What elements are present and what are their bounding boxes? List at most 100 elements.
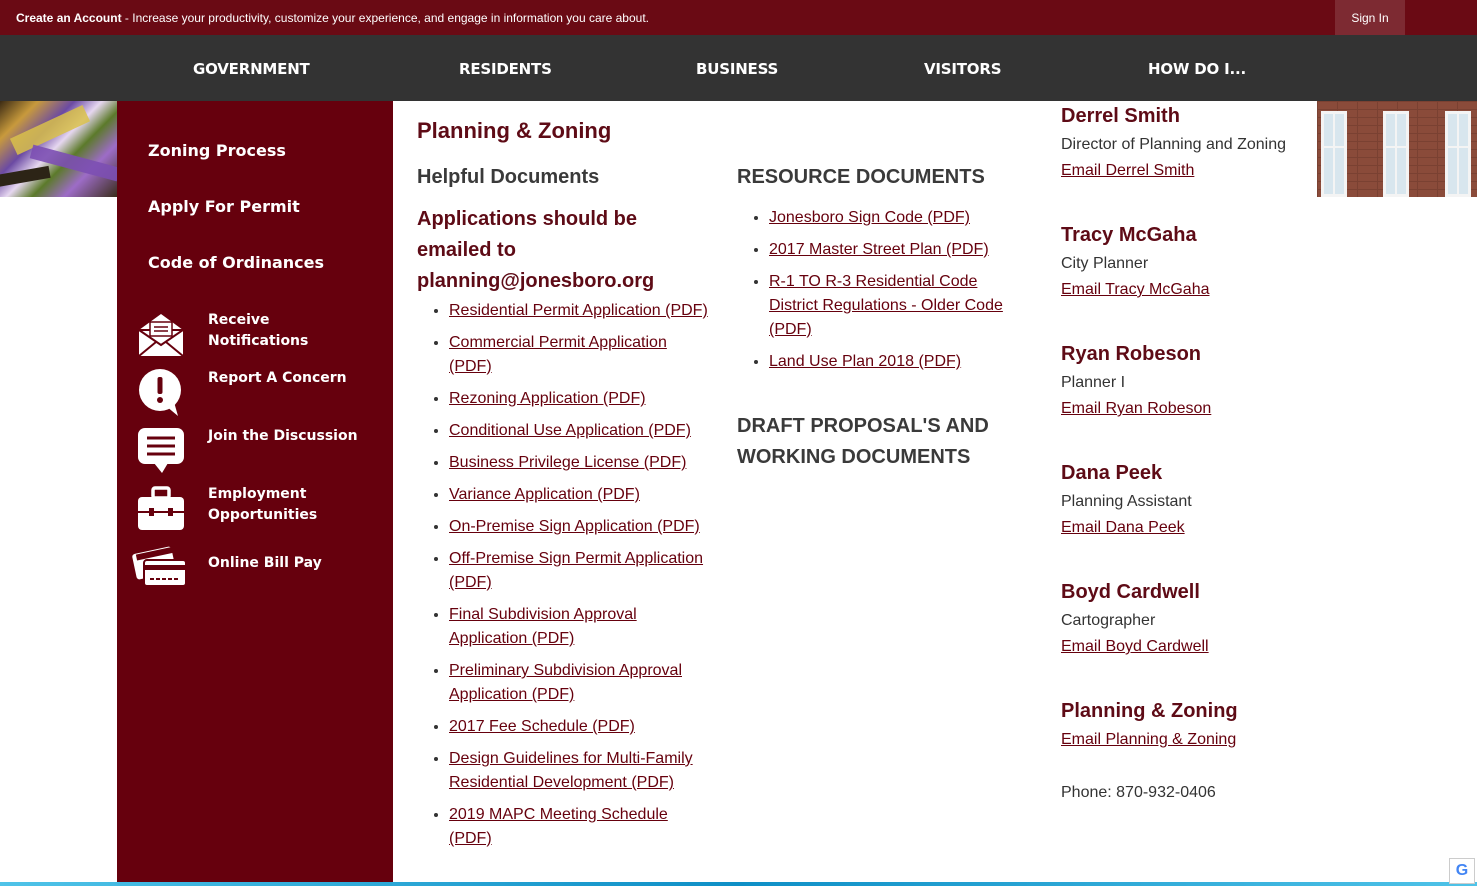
contact-name: Planning & Zoning (1061, 700, 1238, 722)
contact-email-link[interactable]: Email Boyd Cardwell (1061, 638, 1321, 656)
main-content: Planning & Zoning Helpful Documents Appl… (393, 101, 1317, 886)
phone-number: Phone: 870-932-0406 (1061, 784, 1216, 801)
quick-link-label: Receive Notifications (208, 312, 309, 349)
doc-link[interactable]: 2017 Fee Schedule (PDF) (449, 718, 635, 735)
google-translate-icon[interactable]: G (1449, 858, 1475, 884)
list-item: Rezoning Application (PDF) (449, 387, 711, 411)
nav-how-do-i[interactable]: HOW DO I... (1148, 60, 1246, 78)
banner-mural-image (0, 101, 117, 197)
list-item: Final Subdivision Approval Application (… (449, 603, 711, 651)
page-title: Planning & Zoning (417, 118, 612, 143)
list-item: Variance Application (PDF) (449, 483, 711, 507)
doc-link[interactable]: 2019 MAPC Meeting Schedule (PDF) (449, 806, 668, 847)
contact-name: Ryan Robeson (1061, 343, 1202, 365)
promo-text: - Increase your productivity, customize … (121, 11, 649, 25)
quick-link-label: Online Bill Pay (208, 555, 322, 571)
nav-residents[interactable]: RESIDENTS (459, 60, 552, 78)
contact-card: Derrel Smith Director of Planning and Zo… (1061, 105, 1321, 180)
quick-link-report-a-concern[interactable]: Report A Concern (132, 364, 382, 420)
list-item: Business Privilege License (PDF) (449, 451, 711, 475)
applications-email-note: Applications should be emailed to planni… (417, 208, 655, 292)
list-item: Design Guidelines for Multi-Family Resid… (449, 747, 711, 795)
list-item: Off-Premise Sign Permit Application (PDF… (449, 547, 711, 595)
list-item: Conditional Use Application (PDF) (449, 419, 711, 443)
doc-link[interactable]: Conditional Use Application (PDF) (449, 422, 691, 439)
doc-link[interactable]: Land Use Plan 2018 (PDF) (769, 353, 961, 370)
list-item: Residential Permit Application (PDF) (449, 299, 711, 323)
doc-link[interactable]: Jonesboro Sign Code (PDF) (769, 209, 970, 226)
contact-title: Planning Assistant (1061, 493, 1192, 510)
resource-documents-list: Jonesboro Sign Code (PDF) 2017 Master St… (769, 206, 1019, 382)
sidebar: Zoning Process Apply For Permit Code of … (117, 101, 393, 886)
list-item: Land Use Plan 2018 (PDF) (769, 350, 1019, 374)
list-item: 2019 MAPC Meeting Schedule (PDF) (449, 803, 711, 851)
doc-link[interactable]: Variance Application (PDF) (449, 486, 640, 503)
list-item: On-Premise Sign Application (PDF) (449, 515, 711, 539)
contact-name: Boyd Cardwell (1061, 581, 1200, 603)
helpful-documents-heading: Helpful Documents (417, 166, 600, 188)
alert-bubble-icon (139, 369, 181, 416)
doc-link[interactable]: Business Privilege License (PDF) (449, 454, 686, 471)
contact-email-link[interactable]: Email Derrel Smith (1061, 162, 1321, 180)
sidebar-item-apply-for-permit[interactable]: Apply For Permit (148, 197, 300, 216)
sidebar-item-code-of-ordinances[interactable]: Code of Ordinances (148, 253, 324, 272)
contact-name: Tracy McGaha (1061, 224, 1197, 246)
doc-link[interactable]: Commercial Permit Application (PDF) (449, 334, 667, 375)
nav-business[interactable]: BUSINESS (696, 60, 778, 78)
sidebar-item-zoning-process[interactable]: Zoning Process (148, 141, 286, 160)
sign-in-button[interactable]: Sign In (1335, 0, 1405, 35)
contact-email-link[interactable]: Email Planning & Zoning (1061, 731, 1321, 749)
doc-link[interactable]: Off-Premise Sign Permit Application (PDF… (449, 550, 703, 591)
doc-link[interactable]: Rezoning Application (PDF) (449, 390, 646, 407)
contact-card: Dana Peek Planning Assistant Email Dana … (1061, 462, 1321, 537)
contact-email-link[interactable]: Email Tracy McGaha (1061, 281, 1321, 299)
banner-building-image (1317, 101, 1477, 197)
doc-link[interactable]: Final Subdivision Approval Application (… (449, 606, 637, 647)
list-item: Jonesboro Sign Code (PDF) (769, 206, 1019, 230)
chat-icon (138, 428, 184, 473)
doc-link[interactable]: Preliminary Subdivision Approval Applica… (449, 662, 682, 703)
briefcase-icon (138, 486, 184, 530)
resource-documents-heading: RESOURCE DOCUMENTS (737, 166, 985, 188)
contact-card: Ryan Robeson Planner I Email Ryan Robeso… (1061, 343, 1321, 418)
applications-list: Residential Permit Application (PDF) Com… (449, 299, 711, 859)
contact-title: Cartographer (1061, 612, 1156, 629)
create-account-link[interactable]: Create an Account (16, 11, 122, 25)
doc-link[interactable]: Residential Permit Application (PDF) (449, 302, 708, 319)
contact-name: Derrel Smith (1061, 105, 1180, 127)
nav-visitors[interactable]: VISITORS (924, 60, 1002, 78)
create-account-promo[interactable]: Create an Account - Increase your produc… (16, 11, 649, 25)
quick-link-label: Employment Opportunities (208, 486, 318, 523)
contact-title: City Planner (1061, 255, 1149, 272)
contact-card: Tracy McGaha City Planner Email Tracy Mc… (1061, 224, 1321, 299)
bottom-accent-line (0, 882, 1477, 886)
quick-link-receive-notifications[interactable]: Receive Notifications (132, 306, 382, 362)
list-item: R-1 TO R-3 Residential Code District Reg… (769, 270, 1019, 342)
list-item: 2017 Master Street Plan (PDF) (769, 238, 1019, 262)
contact-email-link[interactable]: Email Ryan Robeson (1061, 400, 1321, 418)
contact-email-link[interactable]: Email Dana Peek (1061, 519, 1321, 537)
list-item: Commercial Permit Application (PDF) (449, 331, 711, 379)
contact-card: Boyd Cardwell Cartographer Email Boyd Ca… (1061, 581, 1321, 656)
list-item: Preliminary Subdivision Approval Applica… (449, 659, 711, 707)
nav-government[interactable]: GOVERNMENT (193, 60, 310, 78)
list-item: 2017 Fee Schedule (PDF) (449, 715, 711, 739)
doc-link[interactable]: 2017 Master Street Plan (PDF) (769, 241, 989, 258)
top-bar: Create an Account - Increase your produc… (0, 0, 1477, 35)
doc-link[interactable]: Design Guidelines for Multi-Family Resid… (449, 750, 693, 791)
contact-title: Planner I (1061, 374, 1126, 391)
quick-link-employment-opportunities[interactable]: Employment Opportunities (132, 480, 382, 536)
contact-title: Director of Planning and Zoning (1061, 136, 1287, 153)
doc-link[interactable]: On-Premise Sign Application (PDF) (449, 518, 700, 535)
quick-link-label: Report A Concern (208, 370, 347, 386)
quick-link-join-the-discussion[interactable]: Join the Discussion (132, 422, 382, 478)
credit-cards-icon (132, 546, 187, 587)
quick-link-online-bill-pay[interactable]: Online Bill Pay (132, 538, 382, 594)
contact-name: Dana Peek (1061, 462, 1163, 484)
main-nav: GOVERNMENT RESIDENTS BUSINESS VISITORS H… (0, 35, 1477, 101)
draft-proposals-heading: DRAFT PROPOSAL'S AND WORKING DOCUMENTS (737, 415, 989, 468)
doc-link[interactable]: R-1 TO R-3 Residential Code District Reg… (769, 273, 1003, 338)
quick-link-label: Join the Discussion (208, 428, 358, 444)
contact-card: Planning & Zoning Email Planning & Zonin… (1061, 700, 1321, 749)
envelope-icon (136, 314, 186, 357)
